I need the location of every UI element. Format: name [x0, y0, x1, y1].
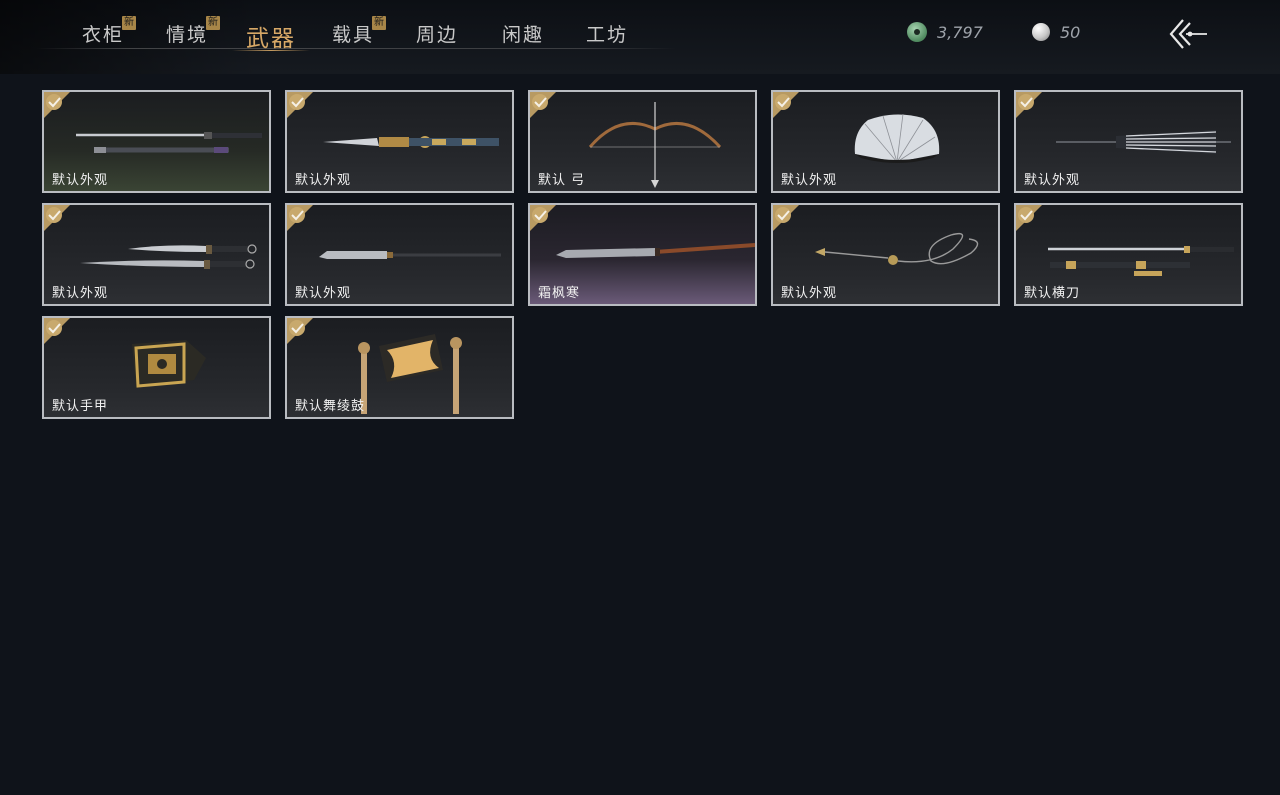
selected-check-icon: [530, 92, 556, 118]
weapon-name: 默认外观: [295, 173, 352, 188]
weapon-card[interactable]: 默认外观: [771, 203, 1000, 306]
new-badge: 新: [122, 16, 137, 30]
weapon-card[interactable]: 默认外观: [1014, 90, 1243, 193]
back-arrow-icon: [1169, 19, 1207, 49]
selected-check-icon: [773, 92, 799, 118]
selected-check-icon: [1016, 205, 1042, 231]
top-bar-shade: [0, 0, 260, 74]
tab-workshop[interactable]: 工坊: [586, 20, 628, 50]
selected-check-icon: [44, 205, 70, 231]
tab-divider: [36, 48, 676, 49]
weapon-card[interactable]: 默认外观: [285, 90, 514, 193]
jade-currency: 3,797: [907, 21, 983, 43]
weapon-name: 默认外观: [52, 286, 109, 301]
weapon-card[interactable]: 默认外观: [285, 203, 514, 306]
new-badge: 新: [372, 16, 387, 30]
top-bar: 衣柜 新 情境 新 武器 载具 新 周边 闲趣 工坊 3,797 50: [0, 0, 1280, 74]
weapon-card[interactable]: 默认外观: [771, 90, 1000, 193]
weapon-name: 默认横刀: [1024, 286, 1081, 301]
pearl-currency: 50: [1032, 21, 1080, 43]
tab-leisure[interactable]: 闲趣: [502, 20, 544, 50]
tab-accessories[interactable]: 周边: [416, 20, 458, 50]
weapon-name: 默认外观: [295, 286, 352, 301]
selected-check-icon: [530, 205, 556, 231]
weapon-name: 默认外观: [781, 173, 838, 188]
pearl-icon: [1032, 23, 1050, 41]
tab-wardrobe[interactable]: 衣柜 新: [82, 16, 137, 50]
weapon-card[interactable]: 默认外观: [42, 90, 271, 193]
weapon-name: 默认舞绫鼓: [295, 399, 366, 414]
weapon-name: 默认 弓: [538, 173, 586, 188]
weapon-card[interactable]: 默认外观: [42, 203, 271, 306]
selected-check-icon: [1016, 92, 1042, 118]
selected-check-icon: [287, 205, 313, 231]
tab-scenes[interactable]: 情境 新: [166, 16, 221, 50]
new-badge: 新: [206, 16, 221, 30]
weapon-name: 霜枫寒: [538, 286, 581, 301]
weapon-card[interactable]: 默认手甲: [42, 316, 271, 419]
weapon-name: 默认外观: [52, 173, 109, 188]
selected-check-icon: [44, 318, 70, 344]
back-button[interactable]: [1166, 17, 1210, 51]
weapon-name: 默认外观: [1024, 173, 1081, 188]
weapon-card[interactable]: 默认横刀: [1014, 203, 1243, 306]
jade-coin-icon: [907, 22, 927, 42]
tab-weapons[interactable]: 武器: [232, 19, 310, 52]
selected-check-icon: [773, 205, 799, 231]
weapon-name: 默认外观: [781, 286, 838, 301]
selected-check-icon: [287, 318, 313, 344]
selected-check-icon: [287, 92, 313, 118]
weapon-name: 默认手甲: [52, 399, 109, 414]
selected-check-icon: [44, 92, 70, 118]
weapon-card[interactable]: 默认舞绫鼓: [285, 316, 514, 419]
weapon-card[interactable]: 默认 弓: [528, 90, 757, 193]
active-tab-underline: [232, 50, 310, 51]
tab-mounts[interactable]: 载具 新: [332, 16, 387, 50]
weapon-card[interactable]: 霜枫寒: [528, 203, 757, 306]
